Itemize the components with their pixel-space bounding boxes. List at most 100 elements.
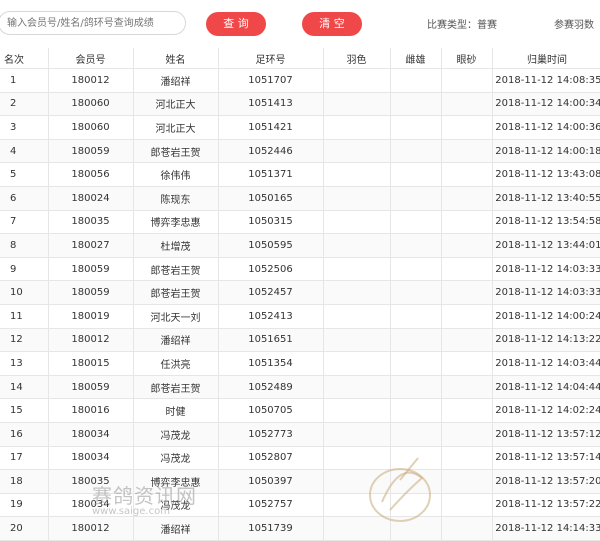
cell-name: 陈现东: [133, 186, 219, 211]
cell-sex: [390, 516, 442, 541]
table-row[interactable]: 1 180012 潘绍祥 1051707 2018-11-12 14:08:35: [0, 68, 600, 93]
cell-ring-number: 1050705: [218, 398, 324, 423]
cell-return-time: 2018-11-12 13:57:20: [492, 469, 600, 494]
cell-name: 潘绍祥: [133, 68, 219, 93]
cell-feather-color: [323, 186, 391, 211]
table-row[interactable]: 8 180027 杜增茂 1050595 2018-11-12 13:44:01: [0, 233, 600, 258]
cell-eye: [441, 186, 493, 211]
cell-rank: 4: [0, 139, 49, 164]
table-row[interactable]: 2 180060 河北正大 1051413 2018-11-12 14:00:34: [0, 92, 600, 117]
table-row[interactable]: 11 180019 河北天一刘 1052413 2018-11-12 14:00:24: [0, 304, 600, 329]
table-row[interactable]: 16 180034 冯茂龙 1052773 2018-11-12 13:57:12: [0, 422, 600, 447]
cell-feather-color: [323, 257, 391, 282]
table-row[interactable]: 3 180060 河北正大 1051421 2018-11-12 14:00:36: [0, 115, 600, 140]
cell-feather-color: [323, 328, 391, 353]
cell-return-time: 2018-11-12 14:03:33: [492, 280, 600, 305]
table-row[interactable]: 6 180024 陈现东 1050165 2018-11-12 13:40:55: [0, 186, 600, 211]
cell-eye: [441, 233, 493, 258]
cell-ring-number: 1051651: [218, 328, 324, 353]
cell-ring-number: 1051707: [218, 68, 324, 93]
cell-rank: 11: [0, 304, 49, 329]
cell-ring-number: 1051739: [218, 516, 324, 541]
cell-name: 任洪亮: [133, 351, 219, 376]
table-row[interactable]: 4 180059 郎苍岩王贺 1052446 2018-11-12 14:00:18: [0, 139, 600, 164]
cell-name: 徐伟伟: [133, 162, 219, 187]
cell-return-time: 2018-11-12 14:00:24: [492, 304, 600, 329]
cell-ring-number: 1052457: [218, 280, 324, 305]
cell-return-time: 2018-11-12 14:03:33: [492, 257, 600, 282]
clear-button[interactable]: 清 空: [302, 12, 362, 36]
cell-sex: [390, 162, 442, 187]
cell-ring-number: 1050397: [218, 469, 324, 494]
cell-rank: 10: [0, 280, 49, 305]
cell-member-id: 180012: [48, 516, 134, 541]
cell-return-time: 2018-11-12 13:43:08: [492, 162, 600, 187]
cell-sex: [390, 493, 442, 518]
cell-name: 冯茂龙: [133, 446, 219, 471]
header-name: 姓名: [133, 48, 219, 69]
cell-ring-number: 1050595: [218, 233, 324, 258]
cell-rank: 17: [0, 446, 49, 471]
header-ring-number: 足环号: [218, 48, 324, 69]
table-row[interactable]: 10 180059 郎苍岩王贺 1052457 2018-11-12 14:03:33: [0, 280, 600, 305]
cell-rank: 13: [0, 351, 49, 376]
table-row[interactable]: 17 180034 冯茂龙 1052807 2018-11-12 13:57:14: [0, 446, 600, 471]
toolbar: 查 询 清 空 比赛类型：普赛 参赛羽数: [0, 0, 600, 48]
cell-sex: [390, 351, 442, 376]
cell-rank: 15: [0, 398, 49, 423]
cell-ring-number: 1052773: [218, 422, 324, 447]
table-row[interactable]: 13 180015 任洪亮 1051354 2018-11-12 14:03:44: [0, 351, 600, 376]
cell-sex: [390, 115, 442, 140]
table-row[interactable]: 12 180012 潘绍祥 1051651 2018-11-12 14:13:22: [0, 328, 600, 353]
cell-ring-number: 1052506: [218, 257, 324, 282]
table-row[interactable]: 9 180059 郎苍岩王贺 1052506 2018-11-12 14:03:33: [0, 257, 600, 282]
cell-return-time: 2018-11-12 14:08:35: [492, 68, 600, 93]
cell-member-id: 180060: [48, 92, 134, 117]
table-row[interactable]: 20 180012 潘绍祥 1051739 2018-11-12 14:14:33: [0, 516, 600, 541]
cell-sex: [390, 139, 442, 164]
cell-eye: [441, 162, 493, 187]
cell-feather-color: [323, 139, 391, 164]
cell-name: 冯茂龙: [133, 422, 219, 447]
table-row[interactable]: 15 180016 时健 1050705 2018-11-12 14:02:24: [0, 398, 600, 423]
table-row[interactable]: 14 180059 郎苍岩王贺 1052489 2018-11-12 14:04:44: [0, 375, 600, 400]
cell-feather-color: [323, 233, 391, 258]
cell-return-time: 2018-11-12 13:44:01: [492, 233, 600, 258]
table-row[interactable]: 5 180056 徐伟伟 1051371 2018-11-12 13:43:08: [0, 162, 600, 187]
cell-eye: [441, 351, 493, 376]
cell-feather-color: [323, 92, 391, 117]
cell-sex: [390, 68, 442, 93]
cell-member-id: 180012: [48, 328, 134, 353]
cell-rank: 19: [0, 493, 49, 518]
cell-member-id: 180059: [48, 139, 134, 164]
cell-feather-color: [323, 68, 391, 93]
cell-return-time: 2018-11-12 14:00:34: [492, 92, 600, 117]
table-row[interactable]: 18 180035 博弈李忠惠 1050397 2018-11-12 13:57:20: [0, 469, 600, 494]
cell-rank: 3: [0, 115, 49, 140]
cell-ring-number: 1051421: [218, 115, 324, 140]
cell-name: 潘绍祥: [133, 328, 219, 353]
cell-ring-number: 1052807: [218, 446, 324, 471]
cell-eye: [441, 257, 493, 282]
cell-name: 郎苍岩王贺: [133, 375, 219, 400]
cell-rank: 6: [0, 186, 49, 211]
cell-eye: [441, 304, 493, 329]
search-input[interactable]: [0, 11, 186, 35]
cell-sex: [390, 446, 442, 471]
cell-rank: 18: [0, 469, 49, 494]
cell-ring-number: 1052757: [218, 493, 324, 518]
query-button[interactable]: 查 询: [206, 12, 266, 36]
table-row[interactable]: 7 180035 博弈李忠惠 1050315 2018-11-12 13:54:58: [0, 210, 600, 235]
cell-rank: 9: [0, 257, 49, 282]
cell-member-id: 180015: [48, 351, 134, 376]
cell-feather-color: [323, 280, 391, 305]
cell-return-time: 2018-11-12 13:57:14: [492, 446, 600, 471]
table-row[interactable]: 19 180034 冯茂龙 1052757 2018-11-12 13:57:22: [0, 493, 600, 518]
cell-ring-number: 1050165: [218, 186, 324, 211]
cell-sex: [390, 375, 442, 400]
cell-ring-number: 1051413: [218, 92, 324, 117]
cell-sex: [390, 233, 442, 258]
cell-name: 河北天一刘: [133, 304, 219, 329]
results-table: 名次 会员号 姓名 足环号 羽色 雌雄 眼砂 归巢时间 1 180012 潘绍祥 10…: [0, 48, 600, 541]
cell-member-id: 180035: [48, 210, 134, 235]
